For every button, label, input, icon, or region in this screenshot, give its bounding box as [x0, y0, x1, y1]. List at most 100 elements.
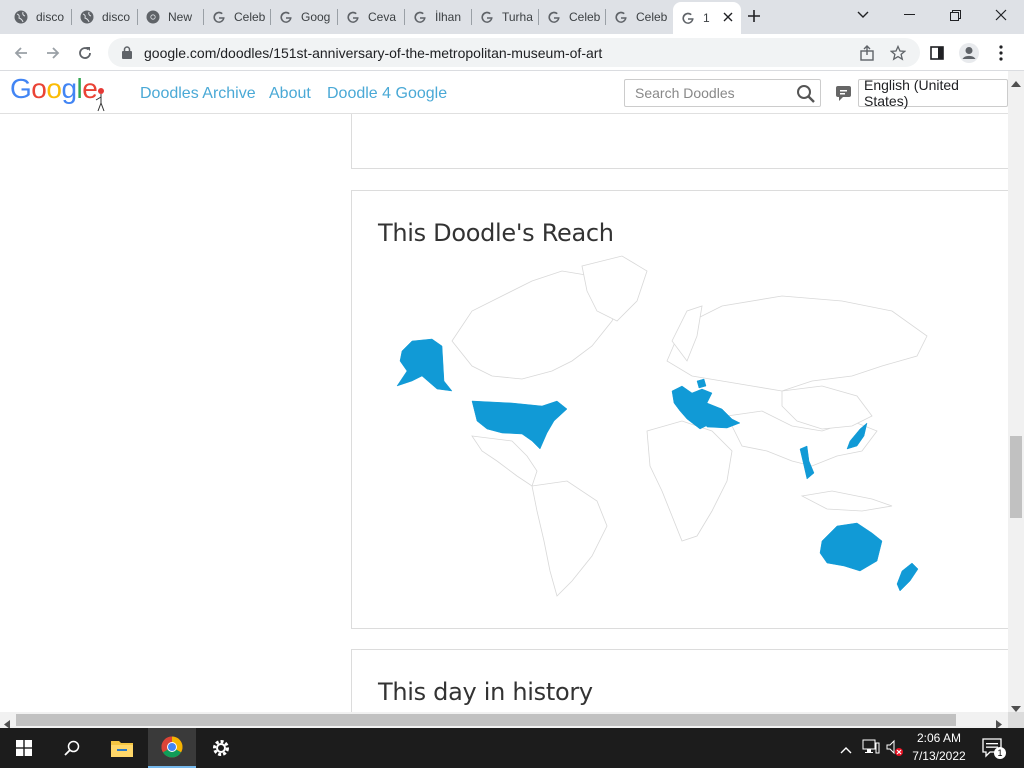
- browser-tab[interactable]: Celeb: [539, 4, 604, 30]
- search-doodles-input[interactable]: Search Doodles: [624, 79, 821, 107]
- browser-toolbar: google.com/doodles/151st-anniversary-of-…: [0, 34, 1024, 71]
- this-day-in-history-card: This day in history: [351, 649, 1008, 712]
- browser-menu-icon[interactable]: [988, 40, 1014, 66]
- new-tab-plus-icon[interactable]: [747, 9, 761, 28]
- scroll-up-arrow-icon[interactable]: [1011, 74, 1021, 92]
- forward-button[interactable]: [40, 40, 66, 66]
- doodle-reach-card: This Doodle's Reach: [351, 190, 1008, 629]
- browser-tab[interactable]: Ceva: [338, 4, 403, 30]
- history-title: This day in history: [378, 678, 593, 706]
- horizontal-scroll-thumb[interactable]: [16, 714, 956, 726]
- map-region-new-zealand: [896, 562, 919, 592]
- world-reach-map: [396, 255, 928, 597]
- windows-start-button[interactable]: [0, 728, 48, 768]
- horizontal-scrollbar[interactable]: [0, 712, 1008, 729]
- browser-tab-label: Celeb: [636, 10, 668, 24]
- bookmark-star-icon[interactable]: [885, 40, 911, 66]
- url-text[interactable]: google.com/doodles/151st-anniversary-of-…: [144, 45, 602, 61]
- volume-muted-icon[interactable]: [886, 739, 904, 762]
- map-region-baltic: [696, 378, 707, 389]
- globe-icon: [14, 10, 28, 24]
- side-panel-icon[interactable]: [924, 40, 950, 66]
- browser-tab[interactable]: disco: [72, 4, 136, 30]
- restore-button[interactable]: [932, 0, 978, 30]
- chrome-taskbar-icon[interactable]: [148, 728, 196, 768]
- language-chat-icon: [836, 86, 851, 101]
- map-region-china: [781, 385, 873, 430]
- browser-tab[interactable]: Celeb: [204, 4, 269, 30]
- scrollbar-corner: [1008, 712, 1024, 728]
- map-region-australia: [819, 522, 883, 572]
- share-icon[interactable]: [854, 40, 880, 66]
- tab-search-chevron-icon[interactable]: [840, 0, 886, 30]
- notification-center-icon[interactable]: 1: [982, 738, 1006, 763]
- logo-letter: o: [31, 73, 47, 104]
- map-region-africa: [646, 420, 733, 542]
- site-header: Google Doodles Archive About Doodle 4 Go…: [0, 71, 1008, 114]
- browser-tab[interactable]: Goog: [271, 4, 336, 30]
- search-icon[interactable]: [796, 84, 816, 107]
- map-region-russia: [666, 295, 928, 392]
- nav-doodle-4-google[interactable]: Doodle 4 Google: [327, 85, 447, 103]
- close-window-button[interactable]: [978, 0, 1024, 30]
- profile-avatar-icon[interactable]: [956, 40, 982, 66]
- browser-tab-label: 1: [703, 11, 710, 25]
- nav-doodles-archive[interactable]: Doodles Archive: [140, 85, 256, 103]
- browser-tab[interactable]: Turha: [472, 4, 537, 30]
- reload-button[interactable]: [72, 40, 98, 66]
- page-viewport: This Doodle's Reach This day in history …: [0, 71, 1008, 712]
- network-icon[interactable]: [862, 739, 880, 760]
- browser-tab-label: Celeb: [569, 10, 601, 24]
- browser-tab-label: disco: [102, 10, 131, 24]
- globe-icon: [80, 10, 94, 24]
- clock-time[interactable]: 2:06 AM: [908, 731, 970, 745]
- back-button[interactable]: [8, 40, 34, 66]
- doodle-figure-icon: [94, 87, 108, 120]
- browser-tab[interactable]: 1: [673, 2, 741, 34]
- logo-letter: G: [10, 73, 32, 104]
- search-placeholder: Search Doodles: [635, 85, 735, 101]
- map-region-alaska: [396, 338, 453, 392]
- chrome-icon: [146, 10, 160, 24]
- browser-tab[interactable]: New: [138, 4, 202, 30]
- nav-about[interactable]: About: [269, 85, 311, 103]
- google-g-icon: [681, 11, 695, 25]
- browser-tab[interactable]: İlhan: [405, 4, 470, 30]
- doodle-reach-title: This Doodle's Reach: [378, 219, 614, 247]
- notification-count-badge: 1: [994, 747, 1006, 759]
- google-g-icon: [480, 10, 494, 24]
- settings-gear-icon[interactable]: [197, 728, 245, 768]
- language-select[interactable]: English (United States): [858, 77, 1008, 109]
- address-bar[interactable]: google.com/doodles/151st-anniversary-of-…: [108, 38, 920, 67]
- minimize-button[interactable]: [886, 0, 932, 30]
- logo-letter: o: [46, 73, 62, 104]
- browser-tab-label: disco: [36, 10, 65, 24]
- clock-date[interactable]: 7/13/2022: [908, 749, 970, 763]
- google-doodles-logo[interactable]: Google: [10, 73, 105, 112]
- map-region-south-america: [531, 480, 608, 597]
- close-tab-icon[interactable]: [723, 11, 733, 25]
- google-g-icon: [212, 10, 226, 24]
- vertical-scroll-thumb[interactable]: [1010, 436, 1022, 518]
- browser-tab[interactable]: Celeb: [606, 4, 671, 30]
- browser-tab-label: Turha: [502, 10, 533, 24]
- google-g-icon: [547, 10, 561, 24]
- logo-letter: g: [61, 73, 77, 104]
- browser-tab-label: Celeb: [234, 10, 266, 24]
- windows-taskbar: 2:06 AM 7/13/2022 1: [0, 728, 1024, 768]
- tray-chevron-up-icon[interactable]: [840, 741, 852, 759]
- map-region-indonesia: [800, 490, 893, 512]
- google-g-icon: [279, 10, 293, 24]
- lock-icon[interactable]: [122, 46, 134, 60]
- file-explorer-icon[interactable]: [98, 728, 146, 768]
- vertical-scrollbar[interactable]: [1008, 71, 1024, 712]
- google-g-icon: [346, 10, 360, 24]
- map-region-central-america: [471, 435, 538, 487]
- browser-tab-label: Ceva: [368, 10, 397, 24]
- taskbar-search-icon[interactable]: [48, 728, 96, 768]
- google-g-icon: [614, 10, 628, 24]
- browser-tab[interactable]: disco: [6, 4, 70, 30]
- google-g-icon: [413, 10, 427, 24]
- browser-tab-label: İlhan: [435, 10, 462, 24]
- browser-tab-label: Goog: [301, 10, 331, 24]
